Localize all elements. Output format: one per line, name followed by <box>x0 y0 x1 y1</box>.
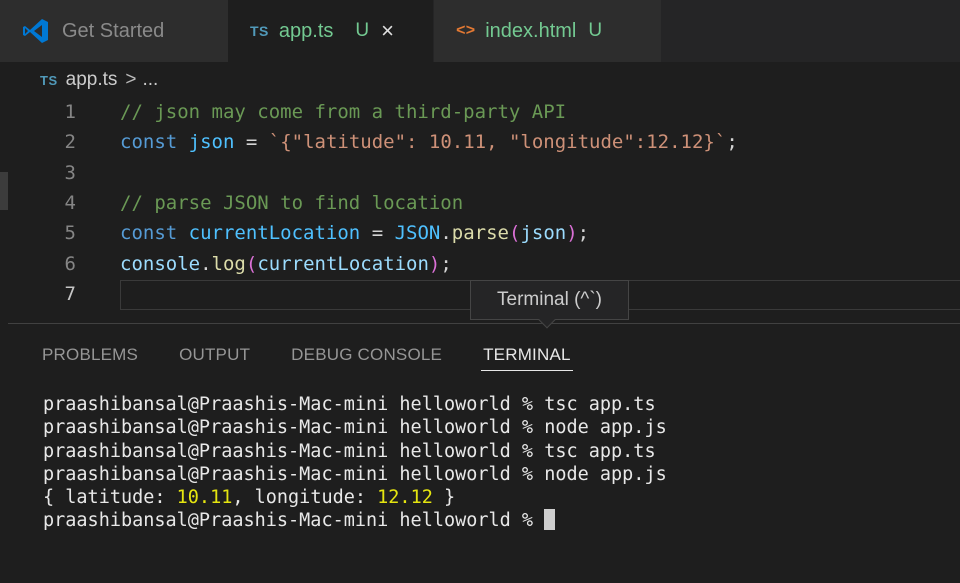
code-token: ( <box>509 222 521 245</box>
code-token: = <box>360 222 395 245</box>
line-number: 4 <box>64 191 76 214</box>
git-untracked-badge: U <box>588 20 603 41</box>
code-token: currentLocation <box>257 252 429 275</box>
code-text: const currentLocation = JSON.parse(json)… <box>120 218 589 248</box>
line-number: 1 <box>64 101 76 123</box>
code-token: console <box>120 252 201 275</box>
code-token: ; <box>440 252 452 275</box>
code-token: JSON <box>394 222 441 245</box>
code-token: = <box>234 131 269 154</box>
terminal-output[interactable]: praashibansal@Praashis-Mac-mini hellowor… <box>43 393 667 533</box>
output-text: , longitude: <box>232 487 378 509</box>
code-token: parse <box>451 222 509 245</box>
line-number: 6 <box>64 252 76 275</box>
code-line[interactable]: 5 const currentLocation = JSON.parse(json… <box>0 218 960 248</box>
tab-app-ts[interactable]: TS app.ts U × <box>228 0 433 62</box>
code-token: // parse JSON to find location <box>120 191 464 214</box>
terminal-line: praashibansal@Praashis-Mac-mini hellowor… <box>43 463 667 485</box>
code-line[interactable]: 3 <box>0 158 960 188</box>
code-token: `{"latitude": 10.11, "longitude":12.12}` <box>268 131 727 154</box>
close-icon[interactable]: × <box>381 20 394 42</box>
code-token: ) <box>428 252 441 275</box>
line-number: 7 <box>64 282 76 305</box>
longitude-value: 12.12 <box>377 487 433 509</box>
code-text: // json may come from a third-party API <box>120 97 566 127</box>
code-text: console.log(currentLocation); <box>120 249 452 279</box>
line-number: 2 <box>64 131 76 154</box>
code-text: // parse JSON to find location <box>120 188 463 218</box>
breadcrumb-more[interactable]: ... <box>143 69 159 91</box>
code-line[interactable]: 1 // json may come from a third-party API <box>0 97 960 127</box>
code-token: ) <box>566 222 578 245</box>
output-text: { latitude: <box>43 487 177 509</box>
code-line[interactable]: 2 const json = `{"latitude": 10.11, "long… <box>0 127 960 157</box>
output-text: } <box>432 487 456 509</box>
typescript-file-icon: TS <box>40 72 58 88</box>
tab-get-started[interactable]: Get Started <box>0 0 228 62</box>
code-token: const <box>120 131 178 154</box>
tab-index-html[interactable]: <> index.html U <box>433 0 661 62</box>
code-token: . <box>440 222 452 245</box>
code-token: // json may come from a third-party API <box>120 101 567 123</box>
terminal-output-line: { latitude: 10.11, longitude: 12.12 } <box>43 486 667 509</box>
code-token: const <box>120 222 178 245</box>
tab-output[interactable]: OUTPUT <box>179 343 250 371</box>
breadcrumb-file[interactable]: app.ts <box>66 69 118 91</box>
code-token: log <box>211 252 246 275</box>
code-line[interactable]: 4 // parse JSON to find location <box>0 188 960 218</box>
terminal-line: praashibansal@Praashis-Mac-mini hellowor… <box>43 440 656 462</box>
code-text: const json = `{"latitude": 10.11, "longi… <box>120 127 738 157</box>
typescript-file-icon: TS <box>250 23 269 39</box>
code-token: ; <box>726 131 738 154</box>
code-line[interactable]: 6 console.log(currentLocation); <box>0 249 960 279</box>
code-token: ; <box>577 222 590 245</box>
line-number: 5 <box>64 222 76 245</box>
code-token: ( <box>245 252 258 275</box>
tab-terminal[interactable]: TERMINAL <box>481 343 573 371</box>
tab-debug-console[interactable]: DEBUG CONSOLE <box>291 343 442 371</box>
code-token: . <box>200 252 212 275</box>
terminal-line: praashibansal@Praashis-Mac-mini hellowor… <box>43 417 667 439</box>
chevron-right-icon: > <box>125 69 137 90</box>
line-number: 3 <box>64 161 76 184</box>
tab-label: Get Started <box>62 19 165 42</box>
editor-tab-bar: Get Started TS app.ts U × <> index.html … <box>0 0 960 62</box>
code-token: currentLocation <box>188 222 361 245</box>
terminal-prompt-line[interactable]: praashibansal@Praashis-Mac-mini hellowor… <box>43 509 667 532</box>
terminal-cursor <box>544 509 556 531</box>
latitude-value: 10.11 <box>176 487 233 509</box>
tab-problems[interactable]: PROBLEMS <box>42 343 138 371</box>
vscode-logo-icon <box>23 19 48 43</box>
tab-label: app.ts <box>278 19 334 42</box>
panel-tab-bar: PROBLEMS OUTPUT DEBUG CONSOLE TERMINAL <box>42 343 614 371</box>
code-token: json <box>520 222 567 245</box>
terminal-line: praashibansal@Praashis-Mac-mini hellowor… <box>43 394 656 415</box>
git-untracked-badge: U <box>355 20 370 41</box>
code-token: json <box>188 131 235 154</box>
html-file-icon: <> <box>456 22 476 40</box>
breadcrumb: TS app.ts > ... <box>40 66 158 94</box>
tab-label: index.html <box>485 19 577 42</box>
terminal-prompt: praashibansal@Praashis-Mac-mini hellowor… <box>43 510 545 532</box>
